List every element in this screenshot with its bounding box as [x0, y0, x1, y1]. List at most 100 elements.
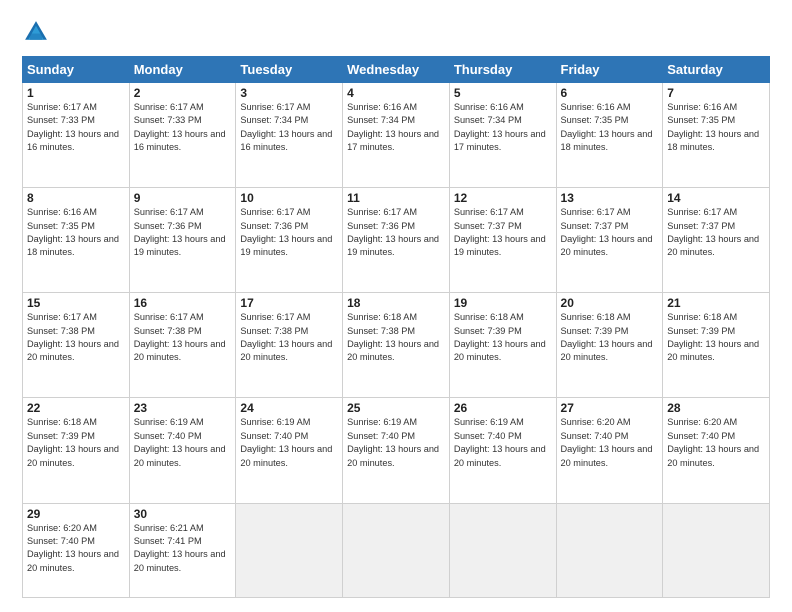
day-info: Sunrise: 6:21 AMSunset: 7:41 PMDaylight:… [134, 523, 226, 573]
calendar-cell [663, 503, 770, 597]
day-info: Sunrise: 6:17 AMSunset: 7:34 PMDaylight:… [240, 102, 332, 152]
calendar-cell [449, 503, 556, 597]
day-number: 11 [347, 191, 445, 205]
day-info: Sunrise: 6:17 AMSunset: 7:33 PMDaylight:… [134, 102, 226, 152]
calendar-cell: 26 Sunrise: 6:19 AMSunset: 7:40 PMDaylig… [449, 398, 556, 503]
day-number: 10 [240, 191, 338, 205]
calendar-cell: 4 Sunrise: 6:16 AMSunset: 7:34 PMDayligh… [343, 83, 450, 188]
day-number: 6 [561, 86, 659, 100]
calendar-cell: 5 Sunrise: 6:16 AMSunset: 7:34 PMDayligh… [449, 83, 556, 188]
day-number: 21 [667, 296, 765, 310]
calendar-cell [236, 503, 343, 597]
day-number: 19 [454, 296, 552, 310]
day-number: 26 [454, 401, 552, 415]
day-info: Sunrise: 6:18 AMSunset: 7:39 PMDaylight:… [561, 312, 653, 362]
calendar-cell: 1 Sunrise: 6:17 AMSunset: 7:33 PMDayligh… [23, 83, 130, 188]
day-info: Sunrise: 6:17 AMSunset: 7:33 PMDaylight:… [27, 102, 119, 152]
calendar-table: SundayMondayTuesdayWednesdayThursdayFrid… [22, 56, 770, 598]
day-info: Sunrise: 6:16 AMSunset: 7:34 PMDaylight:… [347, 102, 439, 152]
day-number: 22 [27, 401, 125, 415]
day-number: 2 [134, 86, 232, 100]
calendar-cell: 7 Sunrise: 6:16 AMSunset: 7:35 PMDayligh… [663, 83, 770, 188]
calendar-cell: 6 Sunrise: 6:16 AMSunset: 7:35 PMDayligh… [556, 83, 663, 188]
day-number: 30 [134, 507, 232, 521]
day-info: Sunrise: 6:17 AMSunset: 7:37 PMDaylight:… [561, 207, 653, 257]
calendar-cell: 29 Sunrise: 6:20 AMSunset: 7:40 PMDaylig… [23, 503, 130, 597]
calendar-cell: 15 Sunrise: 6:17 AMSunset: 7:38 PMDaylig… [23, 293, 130, 398]
day-info: Sunrise: 6:17 AMSunset: 7:36 PMDaylight:… [240, 207, 332, 257]
header [22, 18, 770, 46]
day-number: 15 [27, 296, 125, 310]
day-number: 14 [667, 191, 765, 205]
day-number: 24 [240, 401, 338, 415]
day-number: 23 [134, 401, 232, 415]
calendar-cell: 14 Sunrise: 6:17 AMSunset: 7:37 PMDaylig… [663, 188, 770, 293]
calendar-cell: 30 Sunrise: 6:21 AMSunset: 7:41 PMDaylig… [129, 503, 236, 597]
day-info: Sunrise: 6:19 AMSunset: 7:40 PMDaylight:… [347, 417, 439, 467]
weekday-header-wednesday: Wednesday [343, 57, 450, 83]
calendar-cell: 25 Sunrise: 6:19 AMSunset: 7:40 PMDaylig… [343, 398, 450, 503]
day-number: 9 [134, 191, 232, 205]
day-info: Sunrise: 6:18 AMSunset: 7:39 PMDaylight:… [27, 417, 119, 467]
day-info: Sunrise: 6:18 AMSunset: 7:39 PMDaylight:… [454, 312, 546, 362]
day-info: Sunrise: 6:20 AMSunset: 7:40 PMDaylight:… [561, 417, 653, 467]
page: SundayMondayTuesdayWednesdayThursdayFrid… [0, 0, 792, 612]
day-info: Sunrise: 6:16 AMSunset: 7:35 PMDaylight:… [561, 102, 653, 152]
day-info: Sunrise: 6:16 AMSunset: 7:35 PMDaylight:… [27, 207, 119, 257]
day-info: Sunrise: 6:16 AMSunset: 7:35 PMDaylight:… [667, 102, 759, 152]
day-number: 18 [347, 296, 445, 310]
day-number: 13 [561, 191, 659, 205]
calendar-cell: 17 Sunrise: 6:17 AMSunset: 7:38 PMDaylig… [236, 293, 343, 398]
generalblue-logo-icon [22, 18, 50, 46]
day-info: Sunrise: 6:17 AMSunset: 7:38 PMDaylight:… [27, 312, 119, 362]
day-number: 7 [667, 86, 765, 100]
day-info: Sunrise: 6:19 AMSunset: 7:40 PMDaylight:… [134, 417, 226, 467]
day-number: 5 [454, 86, 552, 100]
weekday-header-tuesday: Tuesday [236, 57, 343, 83]
day-number: 8 [27, 191, 125, 205]
calendar-cell: 28 Sunrise: 6:20 AMSunset: 7:40 PMDaylig… [663, 398, 770, 503]
calendar-cell: 3 Sunrise: 6:17 AMSunset: 7:34 PMDayligh… [236, 83, 343, 188]
day-number: 17 [240, 296, 338, 310]
calendar-cell: 24 Sunrise: 6:19 AMSunset: 7:40 PMDaylig… [236, 398, 343, 503]
day-number: 27 [561, 401, 659, 415]
calendar-cell: 22 Sunrise: 6:18 AMSunset: 7:39 PMDaylig… [23, 398, 130, 503]
day-info: Sunrise: 6:17 AMSunset: 7:36 PMDaylight:… [347, 207, 439, 257]
day-info: Sunrise: 6:17 AMSunset: 7:38 PMDaylight:… [240, 312, 332, 362]
calendar-cell: 21 Sunrise: 6:18 AMSunset: 7:39 PMDaylig… [663, 293, 770, 398]
calendar-cell: 9 Sunrise: 6:17 AMSunset: 7:36 PMDayligh… [129, 188, 236, 293]
calendar-cell [343, 503, 450, 597]
day-info: Sunrise: 6:18 AMSunset: 7:39 PMDaylight:… [667, 312, 759, 362]
calendar-cell: 20 Sunrise: 6:18 AMSunset: 7:39 PMDaylig… [556, 293, 663, 398]
day-info: Sunrise: 6:16 AMSunset: 7:34 PMDaylight:… [454, 102, 546, 152]
calendar-cell: 11 Sunrise: 6:17 AMSunset: 7:36 PMDaylig… [343, 188, 450, 293]
calendar-cell: 13 Sunrise: 6:17 AMSunset: 7:37 PMDaylig… [556, 188, 663, 293]
calendar-cell: 16 Sunrise: 6:17 AMSunset: 7:38 PMDaylig… [129, 293, 236, 398]
day-number: 16 [134, 296, 232, 310]
day-info: Sunrise: 6:17 AMSunset: 7:37 PMDaylight:… [667, 207, 759, 257]
day-number: 20 [561, 296, 659, 310]
day-info: Sunrise: 6:18 AMSunset: 7:38 PMDaylight:… [347, 312, 439, 362]
day-number: 29 [27, 507, 125, 521]
weekday-header-sunday: Sunday [23, 57, 130, 83]
day-number: 28 [667, 401, 765, 415]
day-info: Sunrise: 6:20 AMSunset: 7:40 PMDaylight:… [667, 417, 759, 467]
day-number: 25 [347, 401, 445, 415]
calendar-cell: 2 Sunrise: 6:17 AMSunset: 7:33 PMDayligh… [129, 83, 236, 188]
calendar-cell: 8 Sunrise: 6:16 AMSunset: 7:35 PMDayligh… [23, 188, 130, 293]
logo [22, 18, 54, 46]
day-info: Sunrise: 6:17 AMSunset: 7:38 PMDaylight:… [134, 312, 226, 362]
calendar-cell: 12 Sunrise: 6:17 AMSunset: 7:37 PMDaylig… [449, 188, 556, 293]
calendar-cell: 19 Sunrise: 6:18 AMSunset: 7:39 PMDaylig… [449, 293, 556, 398]
calendar-cell: 18 Sunrise: 6:18 AMSunset: 7:38 PMDaylig… [343, 293, 450, 398]
weekday-header-monday: Monday [129, 57, 236, 83]
calendar-cell [556, 503, 663, 597]
day-number: 3 [240, 86, 338, 100]
day-info: Sunrise: 6:17 AMSunset: 7:36 PMDaylight:… [134, 207, 226, 257]
weekday-header-thursday: Thursday [449, 57, 556, 83]
calendar-cell: 27 Sunrise: 6:20 AMSunset: 7:40 PMDaylig… [556, 398, 663, 503]
day-number: 4 [347, 86, 445, 100]
day-info: Sunrise: 6:19 AMSunset: 7:40 PMDaylight:… [240, 417, 332, 467]
day-number: 12 [454, 191, 552, 205]
calendar-cell: 23 Sunrise: 6:19 AMSunset: 7:40 PMDaylig… [129, 398, 236, 503]
